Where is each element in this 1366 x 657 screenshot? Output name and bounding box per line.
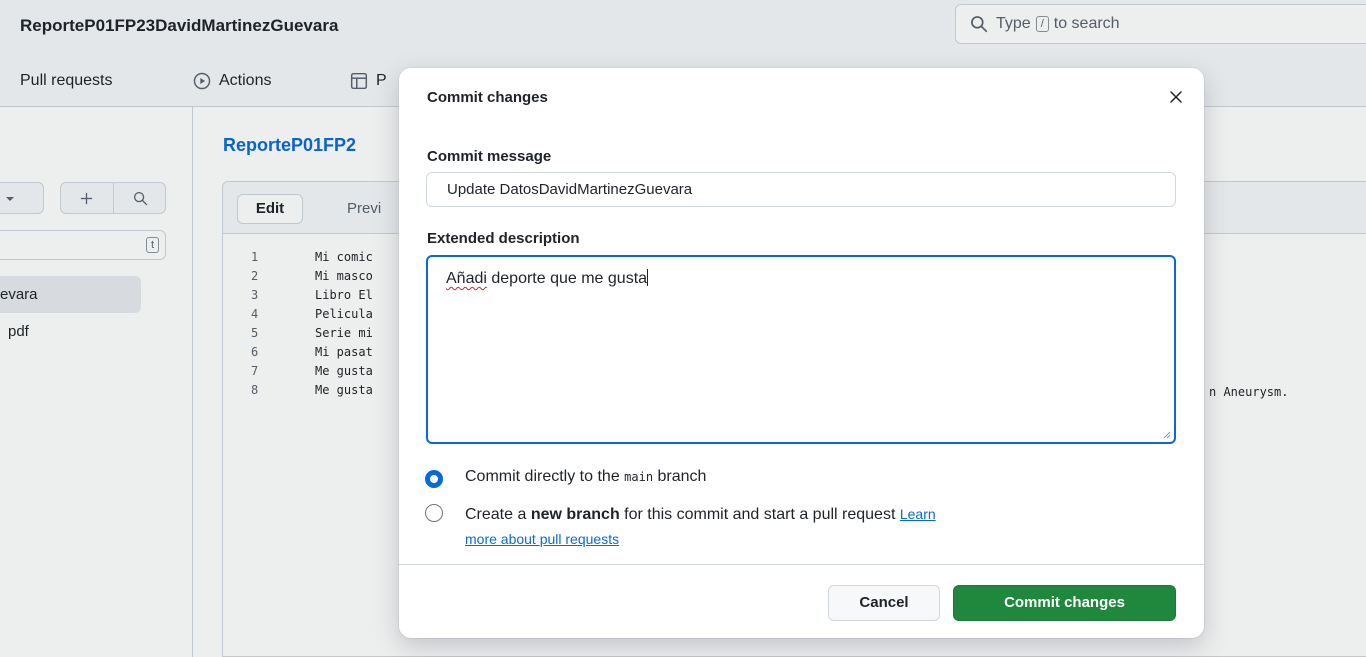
- commit-dialog: Commit changes Commit message Update Dat…: [399, 68, 1204, 638]
- dialog-footer: Cancel Commit changes: [399, 564, 1204, 638]
- extended-description-label: Extended description: [427, 230, 580, 247]
- option-text-bold: new branch: [530, 506, 620, 523]
- commit-message-label: Commit message: [427, 148, 552, 165]
- close-icon: [1170, 91, 1182, 103]
- option-commit-direct-label: Commit directly to the main branch: [465, 468, 706, 486]
- radio-selected[interactable]: [425, 470, 443, 488]
- option-new-branch[interactable]: Create a new branch for this commit and …: [425, 502, 1155, 552]
- text-caret: [647, 269, 649, 286]
- resize-handle-icon[interactable]: [1163, 431, 1171, 439]
- commit-message-input[interactable]: Update DatosDavidMartinezGuevara: [426, 172, 1176, 207]
- branch-name: main: [624, 470, 654, 484]
- extended-description-textarea[interactable]: Añadi deporte que me gusta: [426, 255, 1176, 444]
- option-commit-direct[interactable]: Commit directly to the main branch: [425, 468, 706, 488]
- option-text: Commit directly to the: [465, 468, 625, 485]
- learn-more-link-cont[interactable]: more about pull requests: [465, 531, 619, 547]
- learn-more-link[interactable]: Learn: [900, 506, 936, 522]
- misspelled-word: Añadi: [446, 270, 487, 287]
- option-text: Create a: [465, 506, 531, 523]
- radio-unselected[interactable]: [425, 504, 443, 522]
- option-text: branch: [653, 468, 707, 485]
- commit-changes-button[interactable]: Commit changes: [953, 585, 1176, 621]
- dialog-title: Commit changes: [427, 89, 548, 106]
- close-button[interactable]: [1165, 86, 1187, 108]
- option-new-branch-label: Create a new branch for this commit and …: [465, 502, 936, 552]
- option-text: for this commit and start a pull request: [619, 506, 900, 523]
- cancel-button[interactable]: Cancel: [828, 585, 940, 621]
- description-text: deporte que me gusta: [486, 270, 648, 287]
